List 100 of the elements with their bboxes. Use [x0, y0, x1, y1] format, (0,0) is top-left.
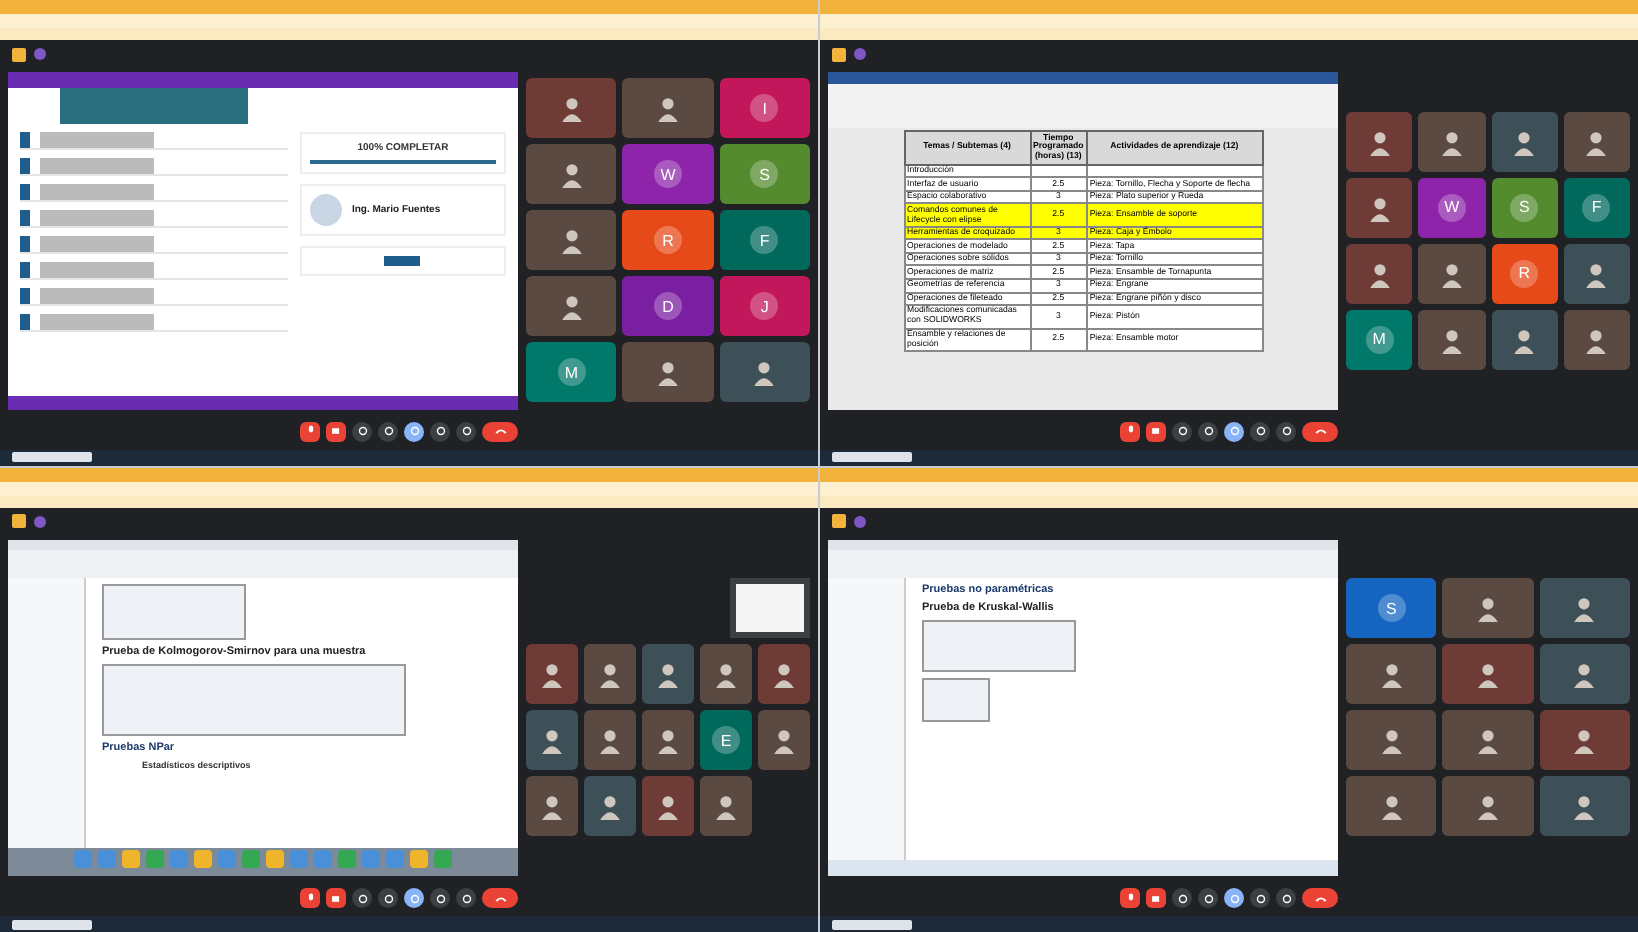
person-silhouette-icon: [770, 660, 798, 689]
leave-button[interactable]: [1302, 421, 1338, 441]
person-silhouette-icon: [1377, 660, 1406, 689]
person-silhouette-icon: [654, 726, 682, 755]
person-silhouette-icon: [1473, 594, 1502, 623]
person-silhouette-icon: [712, 660, 740, 689]
participant-initial: S: [750, 160, 779, 189]
person-silhouette-icon: [1510, 127, 1539, 156]
person-silhouette-icon: [538, 792, 566, 821]
participant-initial: M: [557, 358, 586, 387]
microphone-icon: [1123, 424, 1137, 438]
person-silhouette-icon: [1437, 325, 1466, 354]
emoji-button[interactable]: [1198, 888, 1218, 908]
mic-button[interactable]: [300, 421, 320, 441]
participant-initial: I: [750, 94, 779, 123]
more-button[interactable]: [1276, 888, 1296, 908]
participant-initial: E: [712, 726, 740, 755]
camera-icon: [1149, 891, 1163, 905]
person-silhouette-icon: [1570, 726, 1599, 755]
captions-button[interactable]: [352, 888, 372, 908]
participant-initial: W: [653, 160, 682, 189]
person-silhouette-icon: [538, 726, 566, 755]
person-silhouette-icon: [557, 226, 586, 255]
emoji-button[interactable]: [378, 888, 398, 908]
person-silhouette-icon: [596, 660, 624, 689]
taskbar-search-field[interactable]: [832, 452, 912, 462]
person-silhouette-icon: [596, 792, 624, 821]
camera-button[interactable]: [1146, 888, 1166, 908]
person-silhouette-icon: [1473, 792, 1502, 821]
captions-button[interactable]: [1172, 421, 1192, 441]
leave-button[interactable]: [482, 421, 518, 441]
person-silhouette-icon: [538, 660, 566, 689]
microphone-icon: [1123, 891, 1137, 905]
participant-initial: J: [750, 292, 779, 321]
hand-button[interactable]: [430, 421, 450, 441]
taskbar-search-field[interactable]: [12, 452, 92, 462]
more-button[interactable]: [456, 421, 476, 441]
camera-button[interactable]: [1146, 421, 1166, 441]
present-button[interactable]: [1224, 888, 1244, 908]
present-button[interactable]: [404, 888, 424, 908]
hand-button[interactable]: [430, 888, 450, 908]
results-table: [922, 677, 990, 721]
participant-initial: D: [653, 292, 682, 321]
captions-button[interactable]: [352, 421, 372, 441]
person-silhouette-icon: [770, 726, 798, 755]
participant-initial: W: [1437, 193, 1466, 222]
hand-button[interactable]: [1250, 888, 1270, 908]
present-button[interactable]: [404, 421, 424, 441]
person-silhouette-icon: [1365, 127, 1394, 156]
person-silhouette-icon: [1473, 660, 1502, 689]
phone-icon: [1313, 424, 1327, 438]
camera-button[interactable]: [326, 888, 346, 908]
mic-button[interactable]: [300, 888, 320, 908]
mic-button[interactable]: [1120, 421, 1140, 441]
person-silhouette-icon: [1570, 792, 1599, 821]
hand-button[interactable]: [1250, 421, 1270, 441]
presenter-avatar-icon: [34, 515, 46, 527]
certificate-button[interactable]: [384, 256, 421, 266]
more-button[interactable]: [1276, 421, 1296, 441]
person-silhouette-icon: [1365, 259, 1394, 288]
app-logo-icon: [832, 47, 846, 61]
more-button[interactable]: [456, 888, 476, 908]
participant-initial: F: [750, 226, 779, 255]
taskbar-search-field[interactable]: [832, 919, 912, 929]
person-silhouette-icon: [1570, 594, 1599, 623]
person-silhouette-icon: [654, 660, 682, 689]
person-silhouette-icon: [1473, 726, 1502, 755]
person-silhouette-icon: [750, 358, 779, 387]
participant-initial: R: [653, 226, 682, 255]
camera-button[interactable]: [326, 421, 346, 441]
emoji-button[interactable]: [378, 421, 398, 441]
results-table: [102, 583, 246, 639]
person-silhouette-icon: [1377, 792, 1406, 821]
person-silhouette-icon: [557, 160, 586, 189]
camera-icon: [329, 424, 343, 438]
person-silhouette-icon: [1582, 325, 1611, 354]
app-logo-icon: [12, 47, 26, 61]
person-silhouette-icon: [1377, 726, 1406, 755]
person-silhouette-icon: [1582, 127, 1611, 156]
person-silhouette-icon: [1570, 660, 1599, 689]
person-silhouette-icon: [1582, 259, 1611, 288]
leave-button[interactable]: [1302, 888, 1338, 908]
taskbar-search-field[interactable]: [12, 919, 92, 929]
avatar-icon: [309, 194, 342, 226]
app-logo-icon: [12, 514, 26, 528]
person-silhouette-icon: [1510, 325, 1539, 354]
participant-initial: M: [1365, 325, 1394, 354]
person-silhouette-icon: [712, 792, 740, 821]
participant-initial: S: [1377, 594, 1406, 623]
mic-button[interactable]: [1120, 888, 1140, 908]
microphone-icon: [303, 424, 317, 438]
microphone-icon: [303, 891, 317, 905]
phone-icon: [493, 424, 507, 438]
present-button[interactable]: [1224, 421, 1244, 441]
person-silhouette-icon: [653, 358, 682, 387]
presenter-avatar-icon: [854, 48, 866, 60]
emoji-button[interactable]: [1198, 421, 1218, 441]
leave-button[interactable]: [482, 888, 518, 908]
captions-button[interactable]: [1172, 888, 1192, 908]
app-logo-icon: [832, 514, 846, 528]
